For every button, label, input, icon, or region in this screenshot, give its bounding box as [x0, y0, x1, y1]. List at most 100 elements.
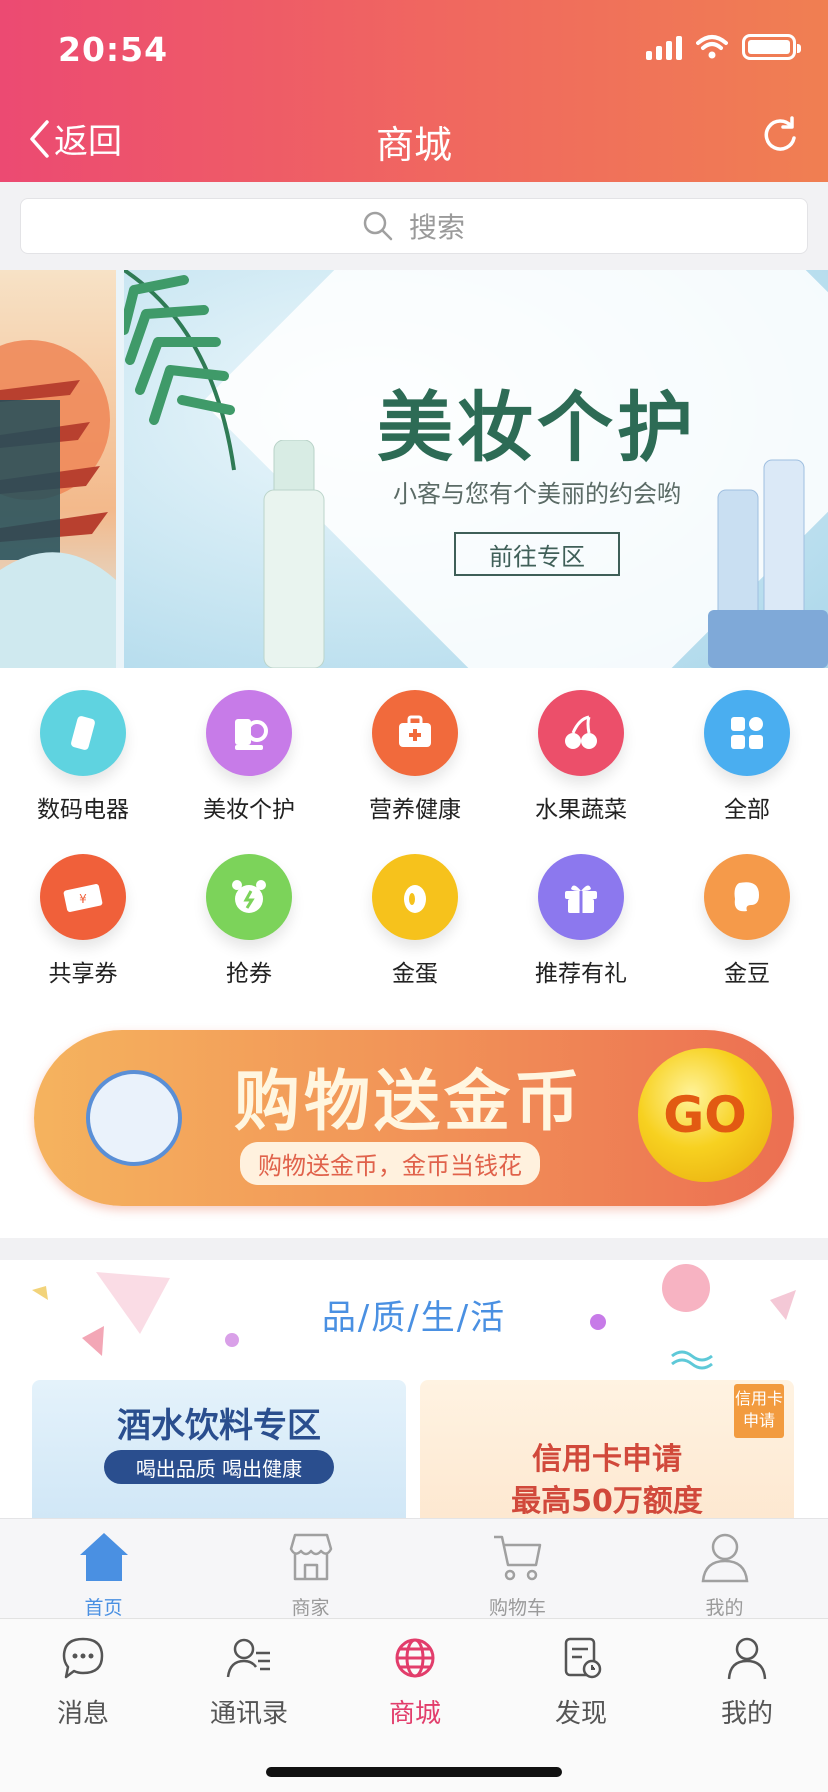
store-icon: [289, 1533, 332, 1581]
banner-subtitle: 小客与您有个美丽的约会哟: [393, 480, 681, 508]
tab-label: 我的: [705, 1597, 744, 1619]
category-golden-egg[interactable]: 金蛋: [332, 832, 498, 987]
status-bar: 20:54: [0, 0, 828, 100]
tab-label: 我的: [720, 1699, 773, 1729]
svg-text:¥: ¥: [79, 892, 87, 906]
user-icon: [701, 1533, 748, 1583]
pagoda-illustration: [0, 340, 116, 668]
tab-messages[interactable]: 消息: [0, 1635, 166, 1730]
bean-icon: [704, 854, 790, 940]
tab-contacts[interactable]: 通讯录: [166, 1635, 332, 1730]
category-fruits[interactable]: 水果蔬菜: [498, 668, 664, 823]
category-label: 推荐有礼: [535, 961, 627, 987]
page-title: 商城: [375, 123, 452, 167]
promo-banner-coins[interactable]: 购物送金币 购物送金币，金币当钱花 GO: [34, 1030, 794, 1206]
battery-icon: [742, 34, 801, 60]
home-icon: [79, 1533, 128, 1581]
banner-slide-beauty[interactable]: 美妆个护 小客与您有个美丽的约会哟 前往专区: [124, 270, 828, 668]
category-referral-gift[interactable]: 推荐有礼: [498, 832, 664, 987]
category-label: 营养健康: [369, 797, 461, 823]
promo-subtitle: 购物送金币，金币当钱花: [240, 1142, 540, 1185]
category-shared-coupon[interactable]: ¥ 共享券: [0, 832, 166, 987]
tab-label: 发现: [554, 1699, 607, 1729]
category-digital[interactable]: 数码电器: [0, 668, 166, 823]
category-label: 抢券: [226, 961, 272, 987]
category-label: 全部: [724, 797, 770, 823]
golden-egg-icon: [372, 854, 458, 940]
coupon-icon: ¥: [40, 854, 126, 940]
cherry-icon: [538, 690, 624, 776]
tab-mall[interactable]: 商城: [332, 1635, 498, 1730]
tab-mine[interactable]: 我的: [621, 1519, 828, 1619]
credit-limit: 最高50万额度: [511, 1484, 703, 1518]
tab-home[interactable]: 首页: [0, 1519, 207, 1619]
gift-icon: [538, 854, 624, 940]
tab-cart[interactable]: 购物车: [414, 1519, 621, 1619]
search-input[interactable]: 搜索: [20, 198, 808, 254]
banner-carousel[interactable]: 美妆个护 小客与您有个美丽的约会哟 前往专区: [0, 270, 828, 668]
mall-tab-bar: 首页 商家 购物车 我的: [0, 1518, 828, 1619]
category-grid: 数码电器 美妆个护 营养健康 水果蔬菜 全部 ¥ 共享券 抢券 金蛋 推荐有礼 …: [0, 668, 828, 990]
tab-merchants[interactable]: 商家: [207, 1519, 414, 1619]
globe-icon: [395, 1638, 435, 1678]
app-header: 20:54 返回 商城: [0, 0, 828, 182]
category-label: 美妆个护: [203, 797, 295, 823]
status-time: 20:54: [58, 30, 169, 69]
discover-icon: [564, 1637, 602, 1679]
status-icons: [646, 34, 801, 60]
category-label: 共享券: [48, 961, 118, 987]
medical-kit-icon: [372, 690, 458, 776]
search-area: 搜索: [0, 182, 828, 270]
promo-title: 购物送金币: [234, 1063, 584, 1140]
refresh-icon[interactable]: [758, 114, 802, 158]
cellular-signal-icon: [646, 34, 682, 60]
banner-previous-slide: [0, 270, 116, 668]
credit-card-badge: 信用卡申请: [734, 1384, 784, 1438]
search-icon: [363, 211, 393, 241]
go-button[interactable]: GO: [638, 1048, 772, 1182]
drinks-tagline: 喝出品质 喝出健康: [104, 1450, 334, 1484]
credit-card-card[interactable]: 信用卡申请 信用卡申请 最高50万额度: [420, 1380, 794, 1518]
category-label: 水果蔬菜: [535, 797, 627, 823]
section-title: 品/质/生/活: [321, 1298, 507, 1338]
back-button[interactable]: 返回: [28, 114, 122, 163]
contacts-icon: [226, 1638, 270, 1678]
category-label: 数码电器: [37, 797, 129, 823]
tab-discover[interactable]: 发现: [498, 1635, 664, 1730]
category-label: 金豆: [724, 961, 770, 987]
banner-title: 美妆个护: [377, 383, 697, 472]
quality-life-section: 品/质/生/活 酒水饮料专区 喝出品质 喝出健康 信用卡申请 信用卡申请 最高5…: [0, 1260, 828, 1518]
tab-label: 商家: [291, 1597, 330, 1619]
grid-icon: [704, 690, 790, 776]
tab-me[interactable]: 我的: [664, 1635, 828, 1730]
alarm-clock-icon: [206, 854, 292, 940]
back-label: 返回: [54, 122, 122, 162]
wifi-icon: [696, 35, 728, 59]
tab-label: 消息: [56, 1699, 109, 1729]
category-all[interactable]: 全部: [664, 668, 828, 823]
chevron-left-icon: [30, 119, 49, 158]
tab-label: 购物车: [488, 1597, 546, 1619]
mascot-image: [86, 1070, 182, 1166]
banner-cta-button[interactable]: 前往专区: [454, 532, 620, 576]
skincare-products-illustration: [708, 459, 828, 668]
category-beauty[interactable]: 美妆个护: [166, 668, 332, 823]
section-divider: [0, 1238, 828, 1260]
category-grab-coupon[interactable]: 抢券: [166, 832, 332, 987]
credit-title: 信用卡申请: [532, 1442, 682, 1477]
category-health[interactable]: 营养健康: [332, 668, 498, 823]
phone-icon: [40, 690, 126, 776]
home-indicator: [266, 1767, 562, 1777]
app-tab-bar: 消息 通讯录 商城 发现 我的: [0, 1618, 828, 1792]
tab-label: 首页: [84, 1597, 123, 1619]
shopping-cart-icon: [493, 1535, 541, 1581]
category-label: 金蛋: [392, 961, 438, 987]
tab-label: 通讯录: [209, 1699, 288, 1729]
drinks-zone-card[interactable]: 酒水饮料专区 喝出品质 喝出健康: [32, 1380, 406, 1518]
category-gold-bean[interactable]: 金豆: [664, 832, 828, 987]
cosmetics-icon: [206, 690, 292, 776]
drinks-title: 酒水饮料专区: [117, 1406, 321, 1446]
cosmetic-bottle-illustration: [263, 440, 325, 668]
chat-bubble-icon: [62, 1637, 104, 1679]
user-icon: [727, 1637, 767, 1680]
